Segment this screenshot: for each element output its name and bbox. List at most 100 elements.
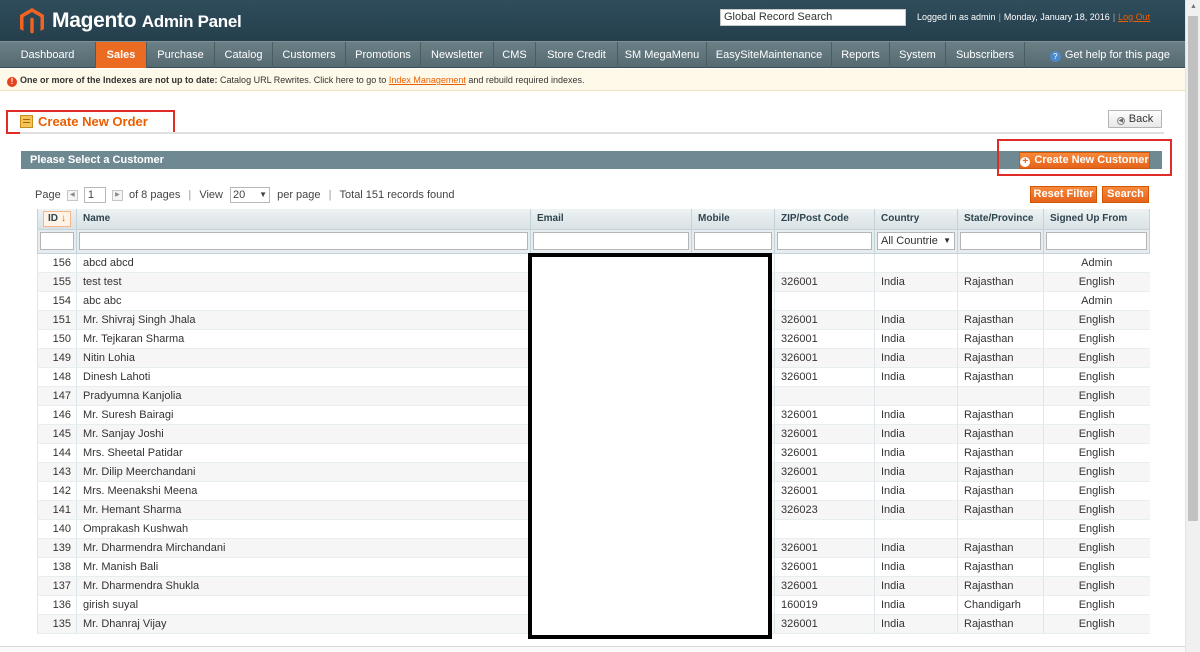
cell-zip: 326001 [774,348,875,368]
cell-id: 138 [37,557,77,577]
cell-id: 146 [37,405,77,425]
filter-state-input[interactable] [960,232,1041,250]
cell-state [957,386,1044,406]
filter-id-input[interactable] [40,232,74,250]
cell-state: Rajasthan [957,329,1044,349]
header-user-info: Logged in as admin | Monday, January 18, 2… [917,12,1151,22]
filter-name-input[interactable] [79,232,528,250]
logout-link[interactable]: Log Out [1118,12,1150,22]
cell-state: Rajasthan [957,614,1044,634]
cell-name: Nitin Lohia [76,348,531,368]
column-header-email[interactable]: Email [530,209,692,230]
brand-title[interactable]: Magento Admin Panel [52,9,242,33]
nav-reports[interactable]: Reports [832,42,890,68]
cell-signed-up-from: English [1043,614,1150,634]
nav-purchase[interactable]: Purchase [147,42,215,68]
nav-promotions[interactable]: Promotions [346,42,421,68]
nav-sm-megamenu[interactable]: SM MegaMenu [618,42,707,68]
cell-signed-up-from: English [1043,348,1150,368]
cell-country: India [874,462,958,482]
nav-catalog[interactable]: Catalog [215,42,273,68]
nav-system[interactable]: System [890,42,946,68]
cell-state: Rajasthan [957,367,1044,387]
column-header-mobile[interactable]: Mobile [691,209,775,230]
column-header-state[interactable]: State/Province [957,209,1044,230]
cell-id: 154 [37,291,77,311]
cell-signed-up-from: English [1043,405,1150,425]
filter-country-value: All Countrie [881,235,938,247]
cell-name: test test [76,272,531,292]
index-notice: ! One or more of the Indexes are not up t… [0,69,1185,91]
cell-id: 147 [37,386,77,406]
column-header-name[interactable]: Name [76,209,531,230]
create-new-customer-button[interactable]: + Create New Customer [1019,152,1150,169]
magento-logo-icon [20,8,44,34]
per-page-label: per page [277,189,321,201]
nav-easysitemaintenance[interactable]: EasySiteMaintenance [707,42,832,68]
nav-cms[interactable]: CMS [494,42,536,68]
of-pages-text: of 8 pages [128,189,181,201]
prev-page-icon[interactable]: ◀ [66,189,78,201]
notice-strong: One or more of the Indexes are not up to… [20,75,218,85]
brand-sub: Admin Panel [141,12,242,31]
cell-country: India [874,348,958,368]
cell-name: Mr. Dharmendra Mirchandani [76,538,531,558]
cell-zip [774,519,875,539]
scroll-up-arrow-icon[interactable]: ▲ [1186,0,1200,14]
pager: Page ◀ 1 ▶ of 8 pages | View 20 ▼ per pag… [35,187,455,203]
cell-id: 135 [37,614,77,634]
column-header-zip[interactable]: ZIP/Post Code [774,209,875,230]
page-input[interactable]: 1 [83,187,106,203]
cell-state [957,291,1044,311]
cell-signed-up-from: Admin [1043,253,1150,273]
title-divider [20,132,1164,134]
nav-sales[interactable]: Sales [96,42,147,68]
column-header-signed-up-from[interactable]: Signed Up From [1043,209,1150,230]
index-management-link[interactable]: Index Management [389,75,466,85]
global-search-input[interactable]: Global Record Search [720,9,906,26]
nav-store-credit[interactable]: Store Credit [536,42,618,68]
cell-name: Mr. Dhanraj Vijay [76,614,531,634]
filter-mobile-input[interactable] [694,232,772,250]
nav-dashboard[interactable]: Dashboard [0,42,96,68]
logged-in-text: Logged in as admin [917,12,996,22]
per-page-select[interactable]: 20 ▼ [230,187,271,203]
cell-country: India [874,576,958,596]
filter-zip-input[interactable] [777,232,872,250]
next-page-icon[interactable]: ▶ [111,189,123,201]
cell-signed-up-from: English [1043,329,1150,349]
cell-id: 149 [37,348,77,368]
filter-country-select[interactable]: All Countrie ▼ [877,232,955,250]
column-header-country[interactable]: Country [874,209,958,230]
sort-arrow-icon: ↓ [61,212,66,224]
cell-name: Mrs. Sheetal Patidar [76,443,531,463]
column-header-id[interactable]: ID ↓ [37,209,77,230]
cell-state: Rajasthan [957,481,1044,501]
cell-zip: 326001 [774,424,875,444]
cell-id: 155 [37,272,77,292]
nav-newsletter[interactable]: Newsletter [421,42,494,68]
column-id-label: ID [48,212,58,224]
cell-zip: 326001 [774,557,875,577]
cell-country: India [874,500,958,520]
filter-signed-up-input[interactable] [1046,232,1147,250]
reset-filter-button[interactable]: Reset Filter [1030,186,1097,203]
scroll-thumb[interactable] [1188,16,1198,521]
cell-name: Mrs. Meenakshi Meena [76,481,531,501]
nav-customers[interactable]: Customers [273,42,346,68]
help-link[interactable]: ? Get help for this page [1049,42,1170,68]
cell-state: Rajasthan [957,443,1044,463]
view-label: View [199,189,223,201]
cell-zip [774,291,875,311]
cell-state [957,253,1044,273]
vertical-scrollbar[interactable]: ▲ [1185,0,1200,652]
cell-name: Mr. Manish Bali [76,557,531,577]
search-button[interactable]: Search [1102,186,1149,203]
brand-main: Magento [52,9,137,32]
cell-id: 144 [37,443,77,463]
cell-name: Mr. Shivraj Singh Jhala [76,310,531,330]
filter-email-input[interactable] [533,232,689,250]
nav-subscribers[interactable]: Subscribers [946,42,1025,68]
back-button[interactable]: ◀ Back [1108,110,1162,128]
cell-name: Mr. Hemant Sharma [76,500,531,520]
